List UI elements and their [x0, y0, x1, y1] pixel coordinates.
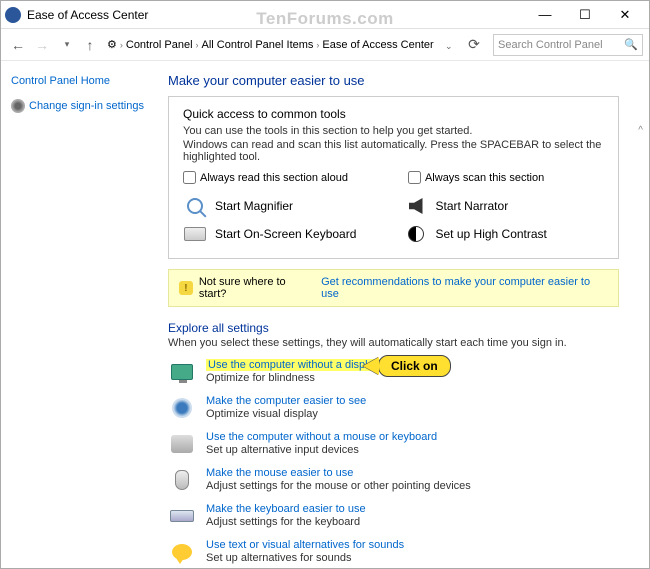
crumb-control-panel[interactable]: Control Panel [126, 39, 193, 51]
setting-without-display: Use the computer without a display Optim… [168, 359, 619, 385]
setting-easier-see: Make the computer easier to seeOptimize … [168, 395, 619, 421]
tool-magnifier[interactable]: Start Magnifier [183, 196, 384, 216]
quick-title: Quick access to common tools [183, 107, 604, 121]
recent-dropdown[interactable]: ▾ [55, 34, 77, 56]
crumb-all-items[interactable]: All Control Panel Items [202, 39, 314, 51]
monitor-icon [171, 364, 193, 380]
setting-without-mouse-kb: Use the computer without a mouse or keyb… [168, 431, 619, 457]
hint-lead: Not sure where to start? [199, 276, 315, 300]
close-button[interactable]: ✕ [605, 3, 645, 27]
check-scan[interactable]: Always scan this section [408, 171, 544, 184]
hint-link[interactable]: Get recommendations to make your compute… [321, 276, 608, 300]
search-icon: 🔍 [624, 38, 638, 51]
breadcrumb[interactable]: ⚙ › Control Panel › All Control Panel It… [107, 38, 434, 51]
link-without-display[interactable]: Use the computer without a display [206, 359, 381, 371]
check-read-aloud[interactable]: Always read this section aloud [183, 171, 348, 184]
contrast-icon [408, 226, 424, 242]
setting-sounds: Use text or visual alternatives for soun… [168, 539, 619, 565]
app-icon [5, 7, 21, 23]
magnifier-icon [187, 198, 203, 214]
tool-narrator[interactable]: Start Narrator [404, 196, 605, 216]
callout-text: Click on [378, 355, 451, 377]
callout: Click on [363, 355, 451, 377]
titlebar: Ease of Access Center — ☐ ✕ [1, 1, 649, 29]
sidebar-home[interactable]: Control Panel Home [11, 75, 146, 87]
keyboard2-icon [170, 510, 194, 522]
search-placeholder: Search Control Panel [498, 39, 603, 51]
minimize-button[interactable]: — [525, 3, 565, 27]
page-heading: Make your computer easier to use [168, 73, 619, 88]
refresh-button[interactable]: ⟳ [463, 34, 485, 56]
search-input[interactable]: Search Control Panel 🔍 [493, 34, 643, 56]
callout-arrow-icon [363, 357, 379, 375]
explore-desc: When you select these settings, they wil… [168, 337, 619, 349]
mouse-icon [175, 470, 189, 490]
setting-mouse: Make the mouse easier to useAdjust setti… [168, 467, 619, 493]
sidebar-change-signin[interactable]: Change sign-in settings [11, 99, 146, 113]
hint-icon: ! [179, 281, 193, 295]
main-content: ^ Make your computer easier to use Quick… [156, 61, 649, 568]
input-devices-icon [171, 435, 193, 453]
up-button[interactable]: ↑ [79, 34, 101, 56]
sidebar: Control Panel Home Change sign-in settin… [1, 61, 156, 568]
link-without-mouse-kb[interactable]: Use the computer without a mouse or keyb… [206, 431, 437, 443]
setting-keyboard: Make the keyboard easier to useAdjust se… [168, 503, 619, 529]
keyboard-icon [184, 227, 206, 241]
navbar: ← → ▾ ↑ ⚙ › Control Panel › All Control … [1, 29, 649, 61]
sub-without-display: Optimize for blindness [206, 372, 381, 384]
explore-title: Explore all settings [168, 321, 619, 335]
link-easier-see[interactable]: Make the computer easier to see [206, 395, 366, 407]
link-keyboard[interactable]: Make the keyboard easier to use [206, 503, 366, 515]
link-sounds[interactable]: Use text or visual alternatives for soun… [206, 539, 404, 551]
eye-icon [172, 398, 192, 418]
breadcrumb-icon: ⚙ [107, 38, 117, 51]
link-mouse[interactable]: Make the mouse easier to use [206, 467, 353, 479]
back-button[interactable]: ← [7, 34, 29, 56]
tool-onscreen-keyboard[interactable]: Start On-Screen Keyboard [183, 224, 384, 244]
window-title: Ease of Access Center [27, 8, 148, 22]
quick-desc2: Windows can read and scan this list auto… [183, 139, 604, 163]
hint-bar: ! Not sure where to start? Get recommend… [168, 269, 619, 307]
quick-desc1: You can use the tools in this section to… [183, 125, 604, 137]
forward-button[interactable]: → [31, 34, 53, 56]
scrollbar-up-icon[interactable]: ^ [638, 125, 643, 136]
quick-access-panel: Quick access to common tools You can use… [168, 96, 619, 259]
address-dropdown[interactable]: ⌄ [443, 38, 461, 52]
narrator-icon [409, 198, 423, 214]
crumb-ease-of-access[interactable]: Ease of Access Center [322, 39, 433, 51]
gear-icon [11, 99, 25, 113]
speech-bubble-icon [172, 544, 192, 560]
maximize-button[interactable]: ☐ [565, 3, 605, 27]
tool-high-contrast[interactable]: Set up High Contrast [404, 224, 605, 244]
